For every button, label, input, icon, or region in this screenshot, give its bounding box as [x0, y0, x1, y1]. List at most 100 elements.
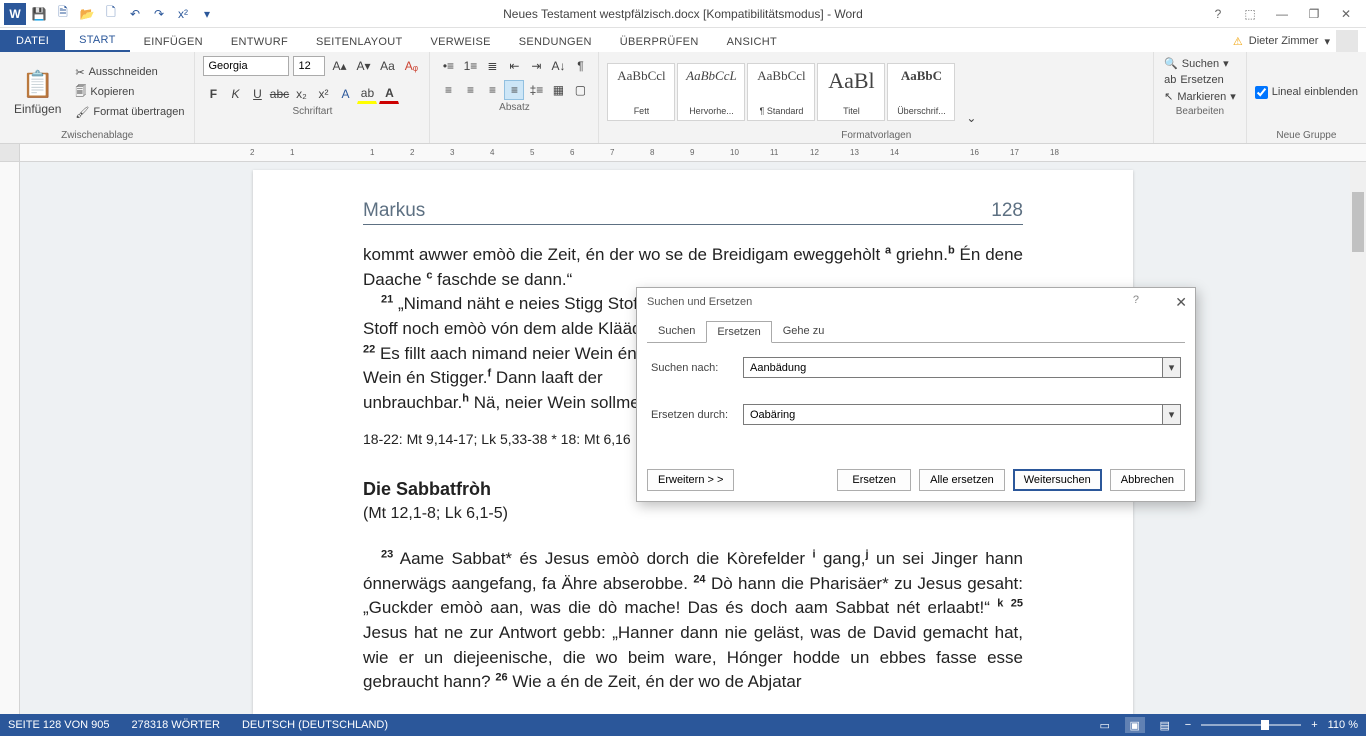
dialog-tab-find[interactable]: Suchen [647, 320, 706, 342]
font-name-input[interactable] [203, 56, 289, 76]
redo-icon[interactable]: ↷ [148, 3, 170, 25]
new-icon[interactable]: 🗋 [100, 3, 122, 25]
save-icon[interactable]: 💾 [28, 3, 50, 25]
multilevel-icon[interactable]: ≣ [482, 56, 502, 76]
web-layout-icon[interactable]: ▤ [1155, 717, 1175, 733]
bullets-icon[interactable]: •≡ [438, 56, 458, 76]
tab-view[interactable]: ANSICHT [713, 32, 791, 52]
dialog-tab-goto[interactable]: Gehe zu [772, 320, 836, 342]
tab-start[interactable]: START [65, 30, 130, 52]
tab-file[interactable]: DATEI [0, 30, 65, 52]
tab-layout[interactable]: SEITENLAYOUT [302, 32, 417, 52]
zoom-level[interactable]: 110 % [1328, 719, 1358, 731]
paste-button[interactable]: 📋 Einfügen [8, 67, 67, 118]
align-left-icon[interactable]: ≡ [438, 80, 458, 100]
help-icon[interactable]: ? [1204, 4, 1232, 24]
cut-button[interactable]: ✂Ausschneiden [73, 65, 186, 80]
tab-references[interactable]: VERWEISE [417, 32, 505, 52]
copy-button[interactable]: 🗐Kopieren [73, 82, 186, 103]
zoom-slider[interactable] [1201, 724, 1301, 726]
ruler-horizontal[interactable]: 211234567891011121314161718 [0, 144, 1366, 162]
select-button[interactable]: ↖Markieren▾ [1162, 89, 1238, 104]
text-effects-icon[interactable]: A [335, 84, 355, 104]
dialog-titlebar[interactable]: Suchen und Ersetzen ? ✕ [637, 288, 1195, 316]
strikethrough-button[interactable]: abc [269, 84, 289, 104]
scrollbar-thumb[interactable] [1352, 192, 1364, 252]
style-item[interactable]: AaBlTitel [817, 63, 885, 121]
close-icon[interactable]: ✕ [1332, 4, 1360, 24]
superscript-icon[interactable]: x² [172, 3, 194, 25]
numbering-icon[interactable]: 1≡ [460, 56, 480, 76]
more-button[interactable]: Erweitern > > [647, 469, 734, 491]
print-layout-icon[interactable]: ▣ [1125, 717, 1145, 733]
word-count[interactable]: 278318 WÖRTER [132, 719, 220, 731]
replace-combo[interactable]: ▾ [743, 404, 1181, 425]
replace-button[interactable]: abErsetzen [1162, 73, 1238, 87]
tab-mailings[interactable]: SENDUNGEN [505, 32, 606, 52]
format-painter-button[interactable]: 🖌Format übertragen [73, 105, 186, 120]
grow-font-icon[interactable]: A▴ [329, 56, 349, 76]
italic-button[interactable]: K [225, 84, 245, 104]
user-dropdown-icon[interactable]: ▾ [1324, 35, 1330, 48]
language-indicator[interactable]: DEUTSCH (DEUTSCHLAND) [242, 719, 388, 731]
tab-review[interactable]: ÜBERPRÜFEN [606, 32, 713, 52]
user-area[interactable]: ⚠ Dieter Zimmer ▾ [1233, 30, 1358, 52]
styles-gallery[interactable]: AaBbCclFett AaBbCcLHervorhe... AaBbCcl¶ … [607, 63, 955, 121]
decrease-indent-icon[interactable]: ⇤ [504, 56, 524, 76]
ribbon-display-icon[interactable]: ⬚ [1236, 4, 1264, 24]
borders-icon[interactable]: ▢ [570, 80, 590, 100]
align-center-icon[interactable]: ≡ [460, 80, 480, 100]
open-icon[interactable]: 📂 [76, 3, 98, 25]
ruler-check[interactable] [1255, 86, 1268, 99]
ruler-checkbox[interactable]: Lineal einblenden [1255, 86, 1358, 99]
replace-one-button[interactable]: Ersetzen [837, 469, 911, 491]
zoom-thumb[interactable] [1261, 720, 1269, 730]
tab-design[interactable]: ENTWURF [217, 32, 302, 52]
page-indicator[interactable]: SEITE 128 VON 905 [8, 719, 110, 731]
clear-format-icon[interactable]: Aᵩ [401, 56, 421, 76]
zoom-in-button[interactable]: + [1311, 719, 1317, 731]
read-mode-icon[interactable]: ▭ [1095, 717, 1115, 733]
dialog-close-icon[interactable]: ✕ [1175, 294, 1187, 311]
find-button[interactable]: 🔍Suchen▾ [1162, 56, 1238, 71]
ruler-vertical[interactable] [0, 162, 20, 714]
sort-icon[interactable]: A↓ [548, 56, 568, 76]
find-dropdown-icon[interactable]: ▾ [1162, 358, 1180, 377]
subscript-button[interactable]: x₂ [291, 84, 311, 104]
replace-dropdown-icon[interactable]: ▾ [1162, 405, 1180, 424]
font-size-input[interactable] [293, 56, 325, 76]
vertical-scrollbar[interactable] [1350, 162, 1366, 714]
tab-insert[interactable]: EINFÜGEN [130, 32, 217, 52]
dialog-tab-replace[interactable]: Ersetzen [706, 321, 771, 343]
style-item[interactable]: AaBbCcLHervorhe... [677, 63, 745, 121]
line-spacing-icon[interactable]: ‡≡ [526, 80, 546, 100]
style-item[interactable]: AaBbCcl¶ Standard [747, 63, 815, 121]
style-item[interactable]: AaBbCÜberschrif... [887, 63, 955, 121]
dialog-help-icon[interactable]: ? [1133, 294, 1139, 306]
find-combo[interactable]: ▾ [743, 357, 1181, 378]
save-all-icon[interactable]: 🗎 [52, 3, 74, 25]
find-next-button[interactable]: Weitersuchen [1013, 469, 1102, 491]
show-marks-icon[interactable]: ¶ [570, 56, 590, 76]
bold-button[interactable]: F [203, 84, 223, 104]
style-item[interactable]: AaBbCclFett [607, 63, 675, 121]
cancel-button[interactable]: Abbrechen [1110, 469, 1185, 491]
align-right-icon[interactable]: ≡ [482, 80, 502, 100]
undo-icon[interactable]: ↶ [124, 3, 146, 25]
superscript-button[interactable]: x² [313, 84, 333, 104]
zoom-out-button[interactable]: − [1185, 719, 1191, 731]
font-color-icon[interactable]: A [379, 84, 399, 104]
restore-icon[interactable]: ❐ [1300, 4, 1328, 24]
minimize-icon[interactable]: — [1268, 4, 1296, 24]
replace-all-button[interactable]: Alle ersetzen [919, 469, 1005, 491]
justify-icon[interactable]: ≡ [504, 80, 524, 100]
replace-input[interactable] [744, 405, 1162, 424]
qat-customize-icon[interactable]: ▾ [196, 3, 218, 25]
find-input[interactable] [744, 358, 1162, 377]
increase-indent-icon[interactable]: ⇥ [526, 56, 546, 76]
highlight-icon[interactable]: ab [357, 84, 377, 104]
shrink-font-icon[interactable]: A▾ [353, 56, 373, 76]
underline-button[interactable]: U [247, 84, 267, 104]
change-case-icon[interactable]: Aa [377, 56, 397, 76]
shading-icon[interactable]: ▦ [548, 80, 568, 100]
